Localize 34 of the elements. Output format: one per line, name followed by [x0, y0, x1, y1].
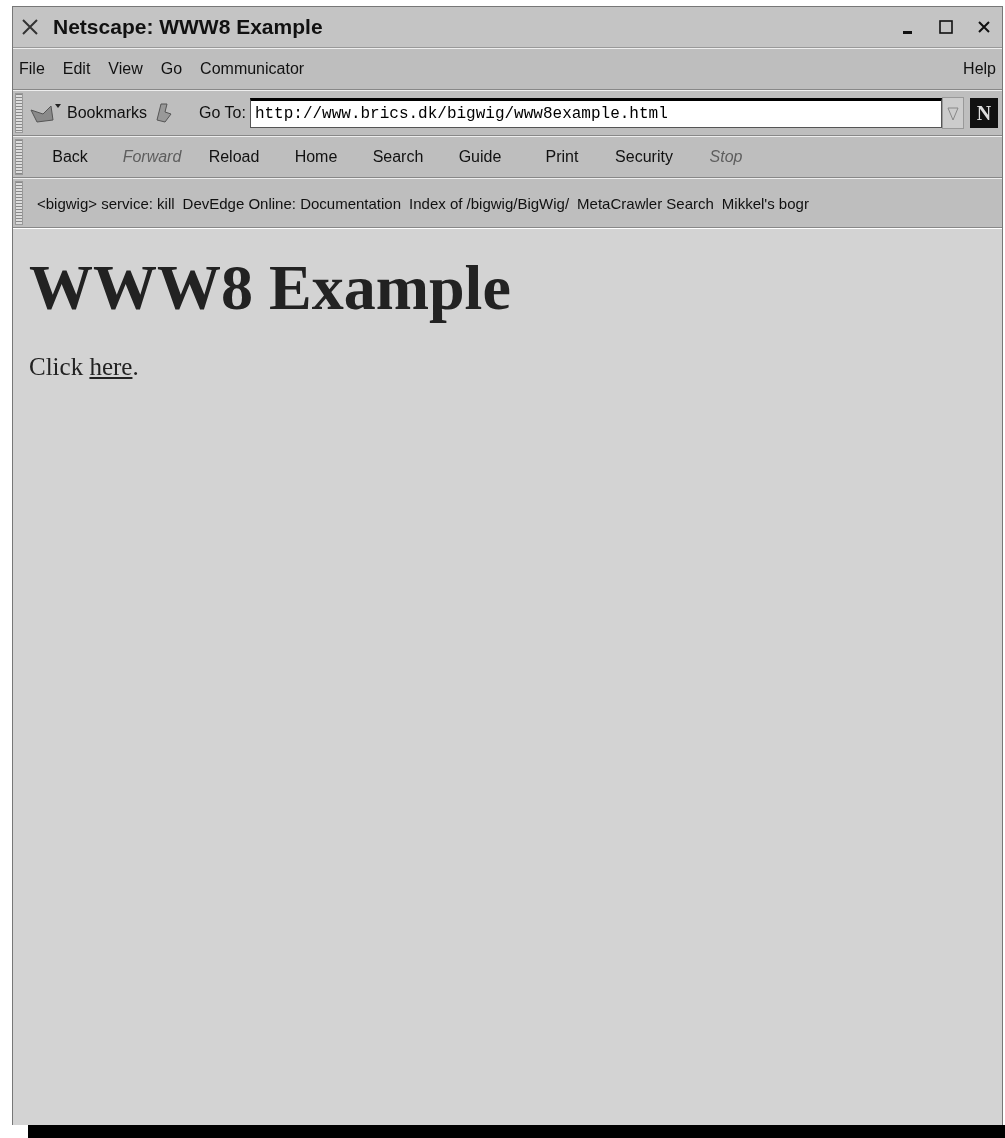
- toolbar-button[interactable]: Search: [357, 144, 439, 170]
- close-icon[interactable]: [976, 19, 992, 35]
- toolbar-button[interactable]: Home: [275, 144, 357, 170]
- paragraph-text: Click here.: [29, 353, 139, 381]
- menu-item[interactable]: File: [19, 58, 45, 80]
- maximize-icon[interactable]: [938, 19, 954, 35]
- toolbar-button[interactable]: Print: [521, 144, 603, 170]
- menu-item[interactable]: Go: [160, 58, 183, 80]
- toolbar-grip[interactable]: [15, 139, 23, 175]
- toolbar-button[interactable]: Guide: [439, 144, 521, 170]
- goto-label: Go To:: [199, 104, 246, 122]
- toolbar-grip[interactable]: [15, 181, 23, 225]
- page-heading: WWW8 Example: [29, 251, 511, 325]
- bookmark-link[interactable]: Index of /bigwig/BigWig/: [409, 194, 570, 212]
- netscape-logo[interactable]: N: [970, 98, 998, 128]
- window-title: Netscape: WWW8 Example: [53, 15, 324, 39]
- menu-item[interactable]: Help: [963, 58, 996, 80]
- menu-item[interactable]: View: [108, 58, 143, 80]
- bookmarks-label[interactable]: Bookmarks: [67, 104, 148, 122]
- here-link[interactable]: here: [89, 353, 133, 380]
- url-field[interactable]: http://www.brics.dk/bigwig/www8example.html: [249, 98, 942, 128]
- bookmark-link[interactable]: <bigwig> service: kill: [37, 194, 175, 212]
- bookmark-link[interactable]: MetaCrawler Search: [577, 194, 714, 212]
- bookmark-link[interactable]: DevEdge Online: Documentation: [182, 194, 402, 212]
- toolbar-grip[interactable]: [15, 93, 23, 133]
- toolbar-button[interactable]: Back: [29, 144, 111, 170]
- bookmark-link[interactable]: Mikkel's bogr: [721, 194, 809, 212]
- x-logo-icon: [21, 18, 39, 36]
- bookmark-icon[interactable]: [29, 102, 63, 124]
- toolbar-button[interactable]: Security: [603, 144, 685, 170]
- menu-item[interactable]: Communicator: [200, 58, 305, 80]
- dropdown-icon[interactable]: [942, 97, 964, 129]
- toolbar-button[interactable]: Reload: [193, 144, 275, 170]
- menu-item[interactable]: Edit: [62, 58, 91, 80]
